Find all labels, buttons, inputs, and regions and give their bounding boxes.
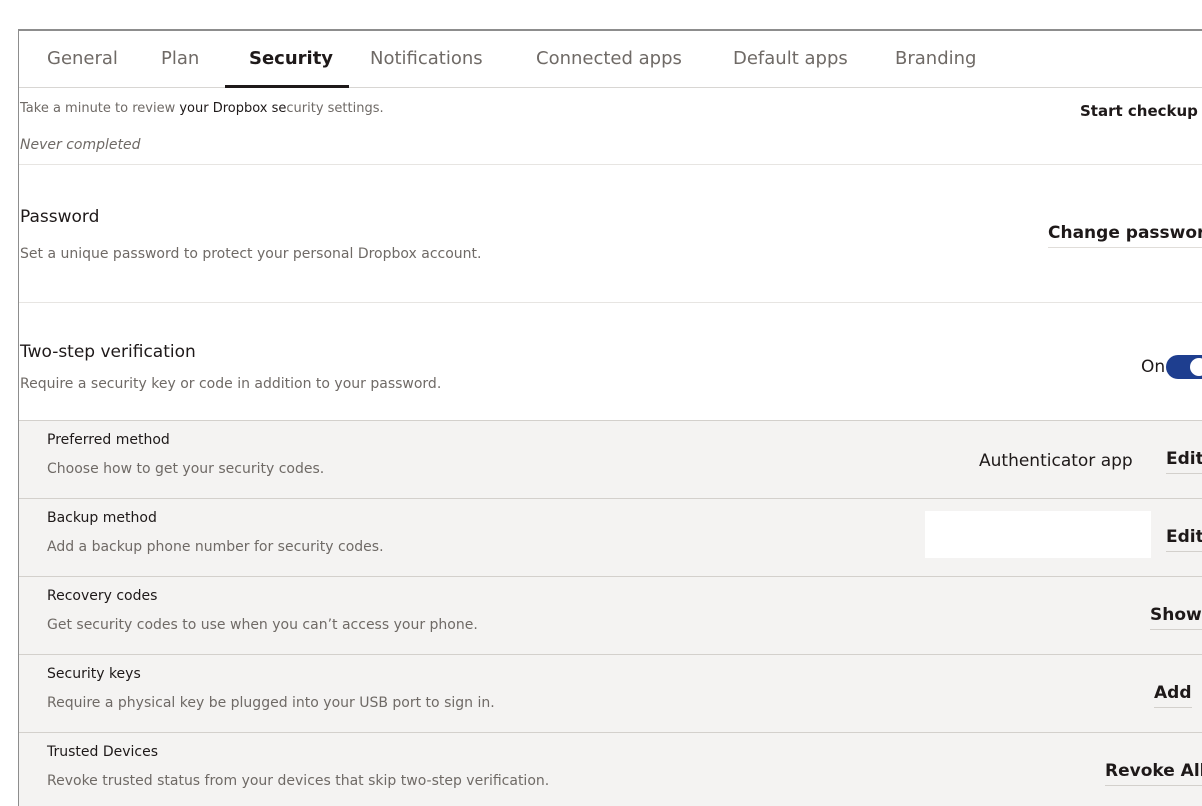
start-checkup-button[interactable]: Start checkup [1080, 102, 1198, 120]
preferred-method-description: Choose how to get your security codes. [47, 461, 325, 477]
security-keys-row: Security keys Require a physical key be … [19, 655, 1202, 733]
two-step-settings-section: Preferred method Choose how to get your … [19, 420, 1202, 806]
security-checkup-description: Take a minute to review your Dropbox sec… [20, 101, 384, 116]
backup-method-title: Backup method [47, 510, 157, 526]
preferred-method-value: Authenticator app [979, 451, 1133, 471]
tab-connected-apps[interactable]: Connected apps [536, 48, 682, 69]
settings-panel: Take a minute to review your Dropbox sec… [18, 29, 1202, 806]
divider [19, 164, 1202, 165]
divider [19, 302, 1202, 303]
password-description: Set a unique password to protect your pe… [20, 246, 482, 262]
tab-notifications[interactable]: Notifications [370, 48, 483, 69]
trusted-devices-description: Revoke trusted status from your devices … [47, 773, 550, 789]
tab-plan[interactable]: Plan [161, 48, 199, 69]
security-checkup-desc-start: Take a minute to review [20, 101, 180, 116]
backup-method-description: Add a backup phone number for security c… [47, 539, 384, 555]
settings-tab-bar: General Plan Security Notifications Conn… [19, 31, 1202, 88]
show-recovery-codes-button[interactable]: Show [1150, 605, 1202, 630]
security-checkup-desc-middle: your Dropbox se [179, 101, 287, 116]
recovery-codes-row: Recovery codes Get security codes to use… [19, 577, 1202, 655]
edit-preferred-method-button[interactable]: Edit [1166, 449, 1202, 474]
two-step-toggle-label: On [1141, 357, 1166, 377]
security-keys-title: Security keys [47, 666, 141, 682]
backup-method-value [925, 511, 1151, 558]
security-checkup-desc-end: curity settings. [286, 101, 384, 116]
recovery-codes-title: Recovery codes [47, 588, 158, 604]
two-step-toggle[interactable] [1166, 355, 1202, 379]
window-top-margin [0, 0, 1202, 29]
edit-backup-method-button[interactable]: Edit [1166, 527, 1202, 552]
change-password-button[interactable]: Change password [1048, 223, 1202, 248]
active-tab-indicator [225, 85, 349, 88]
settings-content: Take a minute to review your Dropbox sec… [19, 31, 1202, 806]
security-keys-description: Require a physical key be plugged into y… [47, 695, 495, 711]
backup-method-row: Backup method Add a backup phone number … [19, 499, 1202, 577]
tab-default-apps[interactable]: Default apps [733, 48, 848, 69]
tab-branding[interactable]: Branding [895, 48, 976, 69]
revoke-all-trusted-devices-button[interactable]: Revoke All [1105, 761, 1202, 786]
trusted-devices-row: Trusted Devices Revoke trusted status fr… [19, 733, 1202, 806]
tab-general[interactable]: General [47, 48, 118, 69]
security-checkup-status: Never completed [20, 137, 141, 153]
preferred-method-title: Preferred method [47, 432, 170, 448]
two-step-description: Require a security key or code in additi… [20, 376, 442, 392]
tab-security[interactable]: Security [249, 48, 333, 69]
two-step-title: Two-step verification [20, 342, 196, 362]
preferred-method-row: Preferred method Choose how to get your … [19, 421, 1202, 499]
trusted-devices-title: Trusted Devices [47, 744, 159, 760]
window-left-margin [0, 29, 18, 804]
recovery-codes-description: Get security codes to use when you can’t… [47, 617, 478, 633]
toggle-knob [1190, 358, 1202, 376]
add-security-key-button[interactable]: Add [1154, 683, 1192, 708]
password-title: Password [20, 207, 100, 227]
